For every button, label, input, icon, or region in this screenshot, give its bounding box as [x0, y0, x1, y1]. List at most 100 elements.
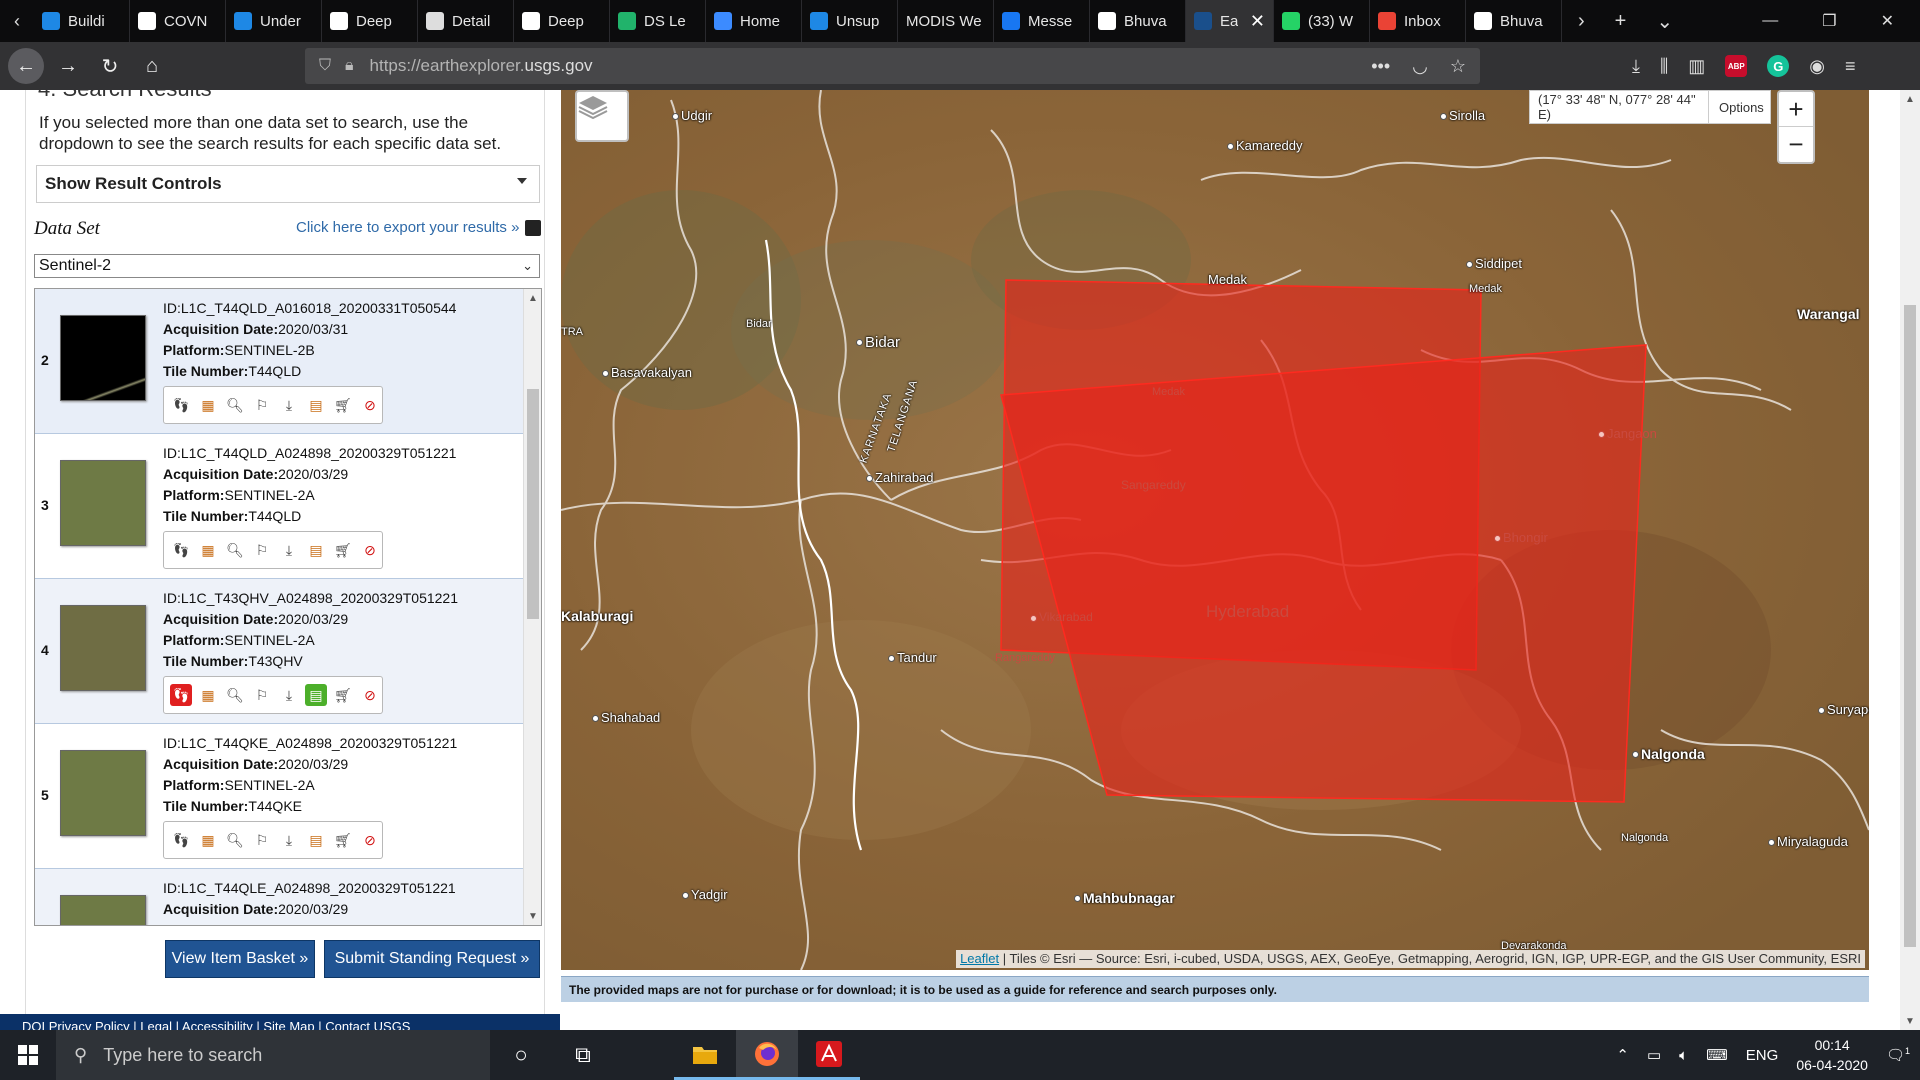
compare-icon[interactable]: ⚐: [251, 684, 273, 706]
footprint-icon[interactable]: 👣︎: [170, 829, 192, 851]
result-thumbnail[interactable]: [60, 460, 146, 546]
new-tab-icon[interactable]: +: [1615, 10, 1627, 33]
bulk-download-icon[interactable]: ▤: [305, 394, 327, 416]
shield-icon[interactable]: ⛉: [319, 57, 331, 75]
browser-tab[interactable]: Ea ✕: [1186, 0, 1274, 42]
tab-scroll-right-icon[interactable]: ›: [1578, 10, 1585, 33]
chevron-up-icon[interactable]: ⌃: [1616, 1046, 1629, 1064]
footprint-icon[interactable]: 👣︎: [170, 684, 192, 706]
leaflet-link[interactable]: Leaflet: [960, 951, 999, 966]
windows-start-button[interactable]: [0, 1030, 56, 1080]
cart-icon[interactable]: 🛒︎: [332, 684, 354, 706]
overlay-icon[interactable]: ▦: [197, 829, 219, 851]
close-tab-icon[interactable]: ✕: [1250, 11, 1265, 32]
volume-icon[interactable]: 🔈︎: [1679, 1047, 1688, 1064]
compare-icon[interactable]: ⚐: [251, 394, 273, 416]
browser-tab[interactable]: Deep: [514, 0, 610, 42]
submit-standing-request-button[interactable]: Submit Standing Request »: [324, 940, 540, 978]
cart-icon[interactable]: 🛒︎: [332, 539, 354, 561]
download-icon[interactable]: ⤓: [278, 539, 300, 561]
overlay-icon[interactable]: ▦: [197, 394, 219, 416]
exclude-icon[interactable]: ⊘: [359, 829, 381, 851]
tab-scroll-left-icon[interactable]: ‹: [0, 0, 34, 42]
account-icon[interactable]: ◉: [1809, 56, 1825, 77]
page-scroll-down-icon[interactable]: ▼: [1900, 1012, 1920, 1030]
result-thumbnail[interactable]: [60, 605, 146, 691]
forward-icon[interactable]: →: [50, 48, 86, 84]
map-view[interactable]: Udgir Sirolla Kamareddy Medak Siddipet M…: [561, 90, 1869, 970]
restore-icon[interactable]: ❐: [1822, 11, 1836, 31]
browser-tab[interactable]: Under: [226, 0, 322, 42]
result-thumbnail[interactable]: [60, 750, 146, 836]
metadata-icon[interactable]: 🔍︎: [224, 684, 246, 706]
grammarly-icon[interactable]: G: [1767, 55, 1790, 77]
browser-tab[interactable]: Unsup: [802, 0, 898, 42]
metadata-icon[interactable]: 🔍︎: [224, 539, 246, 561]
result-thumbnail[interactable]: [60, 315, 146, 401]
metadata-icon[interactable]: 🔍︎: [224, 829, 246, 851]
page-scroll-up-icon[interactable]: ▲: [1900, 90, 1920, 108]
language-indicator[interactable]: ENG: [1746, 1047, 1779, 1064]
browser-tab[interactable]: Inbox: [1370, 0, 1466, 42]
bookmark-star-icon[interactable]: ☆: [1450, 56, 1466, 77]
overlay-icon[interactable]: ▦: [197, 684, 219, 706]
download-icon[interactable]: ⤓: [278, 684, 300, 706]
page-actions-icon[interactable]: •••: [1371, 56, 1390, 77]
compare-icon[interactable]: ⚐: [251, 539, 273, 561]
url-bar[interactable]: ⛉ 🔒︎ https://earthexplorer.usgs.gov ••• …: [305, 48, 1480, 84]
file-explorer-icon[interactable]: [674, 1030, 736, 1080]
browser-tab[interactable]: Bhuva: [1466, 0, 1562, 42]
battery-icon[interactable]: ▭: [1647, 1046, 1661, 1064]
notification-icon[interactable]: 🗨︎1: [1886, 1046, 1910, 1064]
browser-tab[interactable]: DS Le: [610, 0, 706, 42]
minimize-icon[interactable]: —: [1762, 12, 1778, 30]
exclude-icon[interactable]: ⊘: [359, 394, 381, 416]
dataset-select[interactable]: Sentinel-2 ⌄: [34, 254, 540, 278]
overlay-icon[interactable]: ▦: [197, 539, 219, 561]
download-icon[interactable]: ⤓: [278, 829, 300, 851]
browser-tab[interactable]: Bhuva: [1090, 0, 1186, 42]
cart-icon[interactable]: 🛒︎: [332, 394, 354, 416]
results-scrollbar[interactable]: ▲ ▼: [523, 289, 541, 925]
menu-icon[interactable]: ≡: [1845, 56, 1856, 77]
close-window-icon[interactable]: ✕: [1881, 11, 1894, 31]
reload-icon[interactable]: ↻: [92, 48, 128, 84]
layers-control[interactable]: [575, 90, 629, 142]
browser-tab[interactable]: Messe: [994, 0, 1090, 42]
sidebar-icon[interactable]: ▥: [1688, 56, 1705, 77]
browser-tab[interactable]: COVN: [130, 0, 226, 42]
result-item[interactable]: 2 ID:L1C_T44QLD_A016018_20200331T050544 Ac…: [35, 289, 525, 434]
browser-tab[interactable]: MODIS We: [898, 0, 994, 42]
result-item[interactable]: 4 ID:L1C_T43QHV_A024898_20200329T051221 Ac…: [35, 579, 525, 724]
lock-icon[interactable]: 🔒︎: [345, 57, 354, 75]
footprint-t43qhv[interactable]: [1000, 344, 1647, 803]
task-view-icon[interactable]: ⧉: [552, 1030, 614, 1080]
back-icon[interactable]: ←: [8, 48, 44, 84]
acrobat-icon[interactable]: [798, 1030, 860, 1080]
home-icon[interactable]: ⌂: [134, 48, 170, 84]
taskbar-search-box[interactable]: ⚲ Type here to search: [56, 1030, 490, 1080]
show-result-controls[interactable]: Show Result Controls: [36, 165, 540, 203]
bulk-download-icon[interactable]: ▤: [305, 539, 327, 561]
library-icon[interactable]: ⫼: [1660, 56, 1668, 77]
metadata-icon[interactable]: 🔍︎: [224, 394, 246, 416]
browser-tab[interactable]: Buildi: [34, 0, 130, 42]
footprint-icon[interactable]: 👣︎: [170, 394, 192, 416]
download-icon[interactable]: ⤓: [278, 394, 300, 416]
adblock-icon[interactable]: ABP: [1725, 55, 1748, 77]
browser-tab[interactable]: Deep: [322, 0, 418, 42]
zoom-out-button[interactable]: −: [1779, 127, 1813, 162]
scroll-down-icon[interactable]: ▼: [524, 907, 541, 925]
result-item[interactable]: 5 ID:L1C_T44QKE_A024898_20200329T051221 Ac…: [35, 724, 525, 869]
clock[interactable]: 00:14 06-04-2020: [1796, 1035, 1868, 1075]
cortana-icon[interactable]: ○: [490, 1030, 552, 1080]
pocket-icon[interactable]: ◡: [1412, 56, 1428, 77]
keyboard-icon[interactable]: ⌨: [1706, 1046, 1728, 1064]
cart-icon[interactable]: 🛒︎: [332, 829, 354, 851]
url-text[interactable]: https://earthexplorer.usgs.gov: [370, 56, 593, 76]
page-scroll-thumb[interactable]: [1904, 305, 1916, 947]
result-thumbnail[interactable]: [60, 895, 146, 925]
browser-tab[interactable]: (33) W: [1274, 0, 1370, 42]
exclude-icon[interactable]: ⊘: [359, 684, 381, 706]
compare-icon[interactable]: ⚐: [251, 829, 273, 851]
